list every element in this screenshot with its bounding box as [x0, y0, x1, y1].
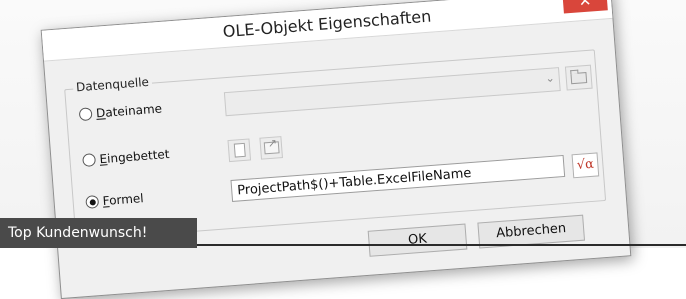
radio-formel[interactable]: Formel [85, 191, 144, 210]
radio-label: Formel [102, 191, 145, 209]
folder-icon [570, 72, 588, 85]
screenshot-stage: OLE-Objekt Eigenschaften ✕ Datenquelle D… [0, 0, 686, 299]
ok-button[interactable]: OK [367, 223, 468, 257]
title-bar: OLE-Objekt Eigenschaften ✕ [41, 0, 613, 62]
radio-button-icon[interactable] [78, 107, 93, 122]
export-button[interactable] [259, 136, 283, 160]
new-document-button[interactable] [227, 138, 252, 163]
browse-folder-button[interactable] [564, 64, 593, 91]
radio-button-checked-icon[interactable] [85, 194, 100, 209]
ole-properties-dialog: OLE-Objekt Eigenschaften ✕ Datenquelle D… [40, 0, 632, 299]
caption-banner: Top Kundenwunsch! [0, 218, 197, 248]
data-source-group: Datenquelle Dateiname Eingebettet Formel… [64, 49, 607, 241]
radio-eingebettet[interactable]: Eingebettet [82, 147, 170, 168]
formula-editor-button[interactable]: √α [571, 152, 600, 179]
divider-line [197, 244, 686, 246]
formula-input[interactable]: ProjectPath$()+Table.ExcelFileName [230, 154, 566, 202]
file-name-combobox[interactable]: ⌄ [223, 67, 561, 117]
chevron-down-icon[interactable]: ⌄ [545, 71, 555, 85]
group-legend: Datenquelle [72, 74, 153, 95]
radio-label: Dateiname [95, 101, 163, 121]
radio-label: Eingebettet [99, 147, 170, 167]
document-icon [233, 142, 246, 158]
radio-button-icon[interactable] [82, 153, 97, 168]
export-icon [263, 141, 280, 155]
radio-dateiname[interactable]: Dateiname [78, 101, 163, 122]
dialog-title: OLE-Objekt Eigenschaften [222, 6, 432, 42]
